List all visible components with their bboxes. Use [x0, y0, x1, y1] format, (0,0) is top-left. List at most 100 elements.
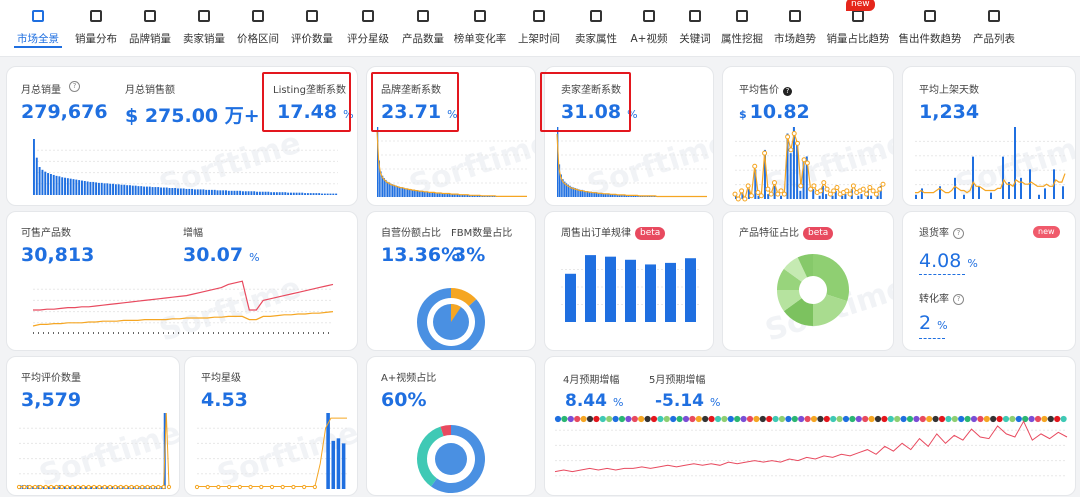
category-dot [746, 415, 754, 423]
data-point [259, 484, 264, 490]
tab-market-overview[interactable]: 市场全景 [8, 0, 68, 56]
fbm-label: FBM数量占比 [451, 228, 513, 239]
data-point [216, 484, 221, 490]
seller-icon [176, 7, 232, 25]
tab-smile[interactable]: 榜单变化率 [450, 0, 510, 56]
bar [329, 193, 332, 195]
bar [625, 259, 636, 322]
tab-shop-bag[interactable]: 售出件数趋势 [894, 0, 966, 56]
help-icon[interactable]: ? [783, 87, 792, 96]
bar [143, 186, 146, 195]
avg-price-card: 平均售价? $10.82 Sorftime [722, 66, 894, 206]
tab-seller[interactable]: 卖家销量 [176, 0, 232, 56]
may-forecast-label: 5月预期增幅 [649, 375, 706, 386]
april-forecast-value: 8.44% [565, 391, 624, 411]
data-point [145, 484, 150, 490]
bar [972, 156, 974, 199]
return-rate-label: 退货率? [919, 224, 964, 239]
bar [831, 195, 834, 199]
category-dot [823, 415, 830, 423]
data-point [81, 484, 86, 490]
bar [208, 189, 211, 195]
tick-mark [208, 332, 209, 334]
bar [405, 188, 407, 197]
tab-brand-shield[interactable]: 品牌销量 [124, 0, 176, 56]
category-dot [638, 415, 645, 423]
bar [844, 194, 847, 199]
bar [870, 195, 873, 199]
data-point [739, 188, 745, 194]
category-dot [695, 415, 702, 423]
tab-archive-box[interactable]: 卖家属性 [568, 0, 624, 56]
tick-mark [233, 332, 234, 334]
category-dot [1054, 415, 1061, 423]
tab-review-doc[interactable]: 评价数量 [284, 0, 340, 56]
category-dot [855, 415, 862, 423]
tick-mark [98, 332, 99, 334]
bar [388, 182, 390, 197]
aplus-video-card: A+视频占比 60% [366, 356, 536, 496]
tick-mark [48, 332, 49, 334]
series-line [554, 420, 1068, 473]
category-dot [689, 415, 696, 423]
data-point [804, 160, 810, 166]
tab-label: 属性挖掘 [721, 33, 763, 45]
avg-listing-days-card: 平均上架天数 1,234 Sorftime [902, 66, 1076, 206]
bar [123, 184, 126, 195]
bar [137, 186, 140, 195]
data-point [75, 484, 81, 490]
bar [78, 180, 81, 195]
category-dot [663, 415, 670, 423]
growth-value: 30.07% [183, 244, 260, 266]
data-point [124, 484, 129, 490]
data-point [818, 188, 824, 194]
monthly-sales-chart [33, 139, 338, 195]
growth-label: 增幅 [183, 228, 203, 239]
monthly-revenue-label: 月总销售额 [125, 85, 175, 96]
bar [295, 192, 298, 195]
help-icon[interactable]: ? [953, 227, 964, 239]
tab-label: A+视频 [630, 33, 668, 45]
pie-center [803, 280, 823, 300]
tab-calendar[interactable]: 上架时间 [510, 0, 568, 56]
data-point [873, 191, 879, 197]
help-icon[interactable]: ? [69, 81, 80, 92]
tab-star-circle[interactable]: 评分星级 [340, 0, 396, 56]
tab-keyword-image[interactable]: 关键词 [674, 0, 716, 56]
tab-puzzle[interactable]: 属性挖掘 [716, 0, 768, 56]
category-dot [881, 415, 888, 423]
bar [233, 190, 236, 195]
tab-bar-chart[interactable]: 销量分布 [68, 0, 124, 56]
data-point [150, 484, 156, 490]
bar [665, 262, 676, 322]
series-line [197, 417, 347, 487]
tab-trend-line[interactable]: 产品数量 [396, 0, 450, 56]
weekly-orders-card: 周售出订单规律 beta [544, 211, 714, 351]
highlight-box [540, 72, 631, 132]
tick-mark [318, 332, 319, 334]
brand-monopoly-chart [376, 127, 527, 198]
tick-mark [268, 332, 269, 334]
category-dot [561, 415, 568, 423]
data-point [742, 196, 748, 202]
data-point [850, 183, 856, 189]
bar [140, 186, 143, 195]
bar [1014, 127, 1016, 199]
tab-pie[interactable]: A+视频 [624, 0, 674, 56]
category-dot [817, 415, 824, 423]
tab-list[interactable]: 产品列表 [966, 0, 1022, 56]
tick-mark [143, 332, 144, 334]
bar [275, 192, 278, 195]
bar [179, 188, 182, 195]
data-point [735, 196, 741, 202]
data-point [118, 484, 123, 490]
bar [398, 186, 400, 197]
bar [199, 189, 202, 195]
avg-stars-card: 平均星级 4.53 Sorftime [184, 356, 358, 496]
bar [109, 183, 112, 195]
tab-folder[interactable]: new 销量占比趋势 [822, 0, 894, 56]
series-line [19, 412, 170, 487]
tab-trend-chart[interactable]: 市场趋势 [768, 0, 822, 56]
tab-price-range[interactable]: 价格区间 [232, 0, 284, 56]
help-icon[interactable]: ? [953, 293, 964, 305]
